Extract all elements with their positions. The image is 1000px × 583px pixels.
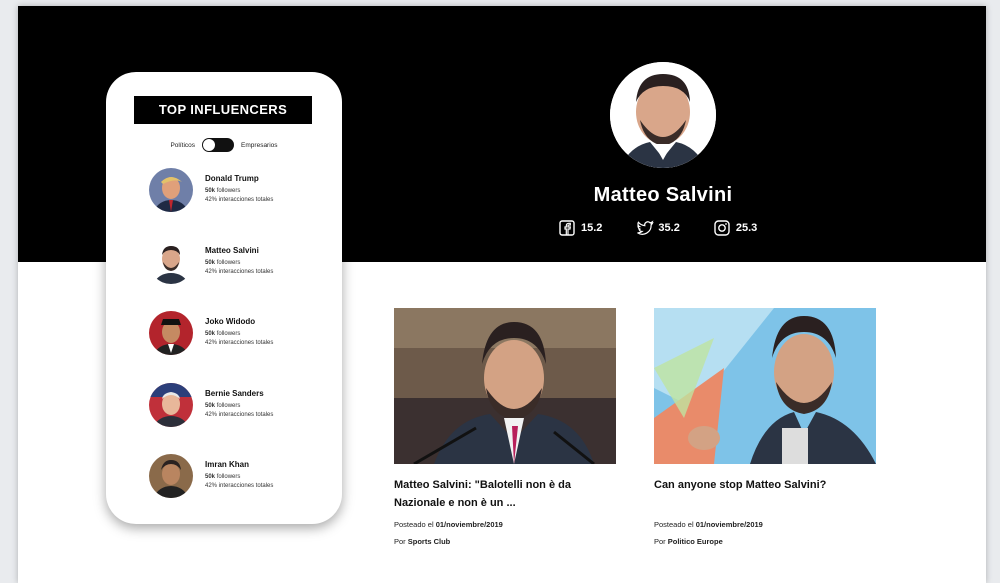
twitter-count: 35.2 <box>658 222 680 234</box>
profile-avatar <box>610 62 716 168</box>
list-item[interactable]: Bernie Sanders 50k followers 42% interac… <box>149 382 339 455</box>
article-title[interactable]: Matteo Salvini: "Balotelli non è da Nazi… <box>394 476 616 512</box>
influencer-interactions: 42% interacciones totales <box>205 483 274 489</box>
influencer-name: Matteo Salvini <box>205 245 259 255</box>
instagram-count: 25.3 <box>735 222 758 234</box>
article-posted: Posteado el 01/noviembre/2019 <box>654 520 876 529</box>
influencer-name: Bernie Sanders <box>205 388 264 398</box>
influencer-name: Imran Khan <box>205 460 250 469</box>
avatar <box>149 454 193 498</box>
category-toggle[interactable] <box>202 138 235 152</box>
instagram-stat[interactable]: 25.3 <box>714 220 757 236</box>
influencer-name: Joko Widodo <box>205 317 256 326</box>
by-label: Por <box>394 537 406 546</box>
followers-label: followers <box>216 331 241 337</box>
posted-date: 01/noviembre/2019 <box>695 520 763 529</box>
article-title[interactable]: Can anyone stop Matteo Salvini? <box>654 476 876 494</box>
top-influencers-panel: TOP INFLUENCERS Políticos Empresarios Do… <box>106 72 342 524</box>
category-toggle-row: Políticos Empresarios <box>106 138 342 152</box>
avatar <box>149 382 193 427</box>
followers-label: followers <box>216 402 241 409</box>
influencer-followers: 50k followers <box>205 474 240 480</box>
facebook-stat[interactable]: 15.2 <box>559 220 602 236</box>
influencer-interactions: 42% interacciones totales <box>205 197 274 203</box>
followers-label: followers <box>216 259 241 266</box>
influencer-followers: 50k followers <box>205 331 240 337</box>
source-name[interactable]: Sports Club <box>408 537 451 546</box>
article-source: Por Politico Europe <box>654 537 876 546</box>
toggle-label-politicos: Políticos <box>170 141 196 149</box>
list-item[interactable]: Donald Trump 50k followers 42% interacci… <box>149 168 339 240</box>
profile-name: Matteo Salvini <box>593 184 733 206</box>
avatar <box>149 239 193 284</box>
article-card[interactable]: Matteo Salvini: "Balotelli non è da Nazi… <box>394 308 616 546</box>
influencer-interactions: 42% interacciones totales <box>205 340 274 346</box>
article-card[interactable]: Can anyone stop Matteo Salvini? Posteado… <box>654 308 876 546</box>
posted-date: 01/noviembre/2019 <box>435 520 503 529</box>
followers-value: 50k <box>205 259 216 266</box>
list-item[interactable]: Imran Khan 50k followers 42% interaccion… <box>149 454 339 526</box>
influencer-followers: 50k followers <box>205 260 240 266</box>
article-image[interactable] <box>654 308 876 464</box>
influencer-list: Donald Trump 50k followers 42% interacci… <box>149 168 339 526</box>
twitter-stat[interactable]: 35.2 <box>636 220 680 236</box>
followers-value: 50k <box>205 402 216 409</box>
panel-title: TOP INFLUENCERS <box>134 96 312 124</box>
avatar <box>149 311 193 355</box>
followers-label: followers <box>216 474 241 480</box>
facebook-count: 15.2 <box>581 222 603 234</box>
article-source: Por Sports Club <box>394 537 616 546</box>
list-item[interactable]: Joko Widodo 50k followers 42% interaccio… <box>149 311 339 383</box>
influencer-followers: 50k followers <box>205 188 240 194</box>
article-posted: Posteado el 01/noviembre/2019 <box>394 520 616 529</box>
toggle-label-empresarios: Empresarios <box>241 141 278 149</box>
followers-value: 50k <box>205 331 216 337</box>
twitter-icon <box>636 220 655 236</box>
avatar <box>149 168 193 212</box>
followers-value: 50k <box>205 188 216 194</box>
toggle-knob <box>203 139 216 151</box>
source-name[interactable]: Politico Europe <box>668 537 723 546</box>
instagram-icon <box>714 220 730 236</box>
article-image[interactable] <box>394 308 616 464</box>
social-stats: 15.2 35.2 25.3 <box>559 220 791 236</box>
facebook-icon <box>559 220 575 236</box>
page-frame: Matteo Salvini 15.2 35.2 25.3 TOP INFLUE… <box>18 6 986 583</box>
followers-label: followers <box>216 188 241 194</box>
influencer-interactions: 42% interacciones totales <box>205 268 274 275</box>
influencer-name: Donald Trump <box>205 174 259 183</box>
posted-label: Posteado el <box>654 520 694 529</box>
influencer-followers: 50k followers <box>205 403 240 409</box>
followers-value: 50k <box>205 474 216 480</box>
list-item[interactable]: Matteo Salvini 50k followers 42% interac… <box>149 239 339 312</box>
influencer-interactions: 42% interacciones totales <box>205 411 274 418</box>
by-label: Por <box>654 537 666 546</box>
posted-label: Posteado el <box>394 520 434 529</box>
